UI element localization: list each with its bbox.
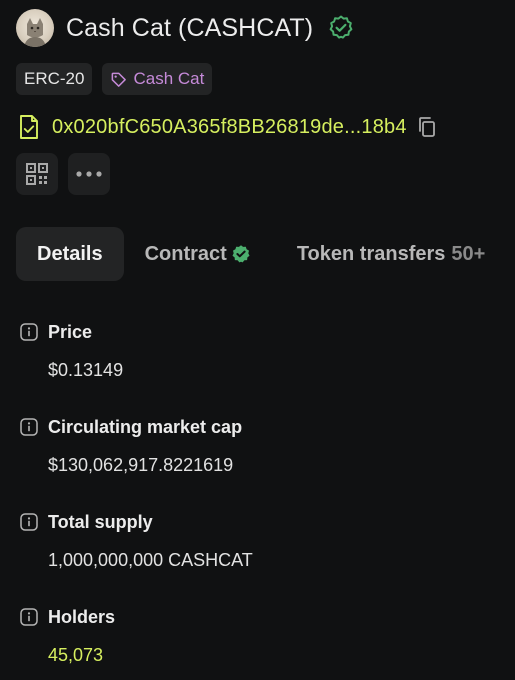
- market-cap-label: Circulating market cap: [48, 416, 243, 437]
- more-options-button[interactable]: [68, 153, 110, 195]
- detail-row-total-supply: Total supply 1,000,000,000 CASHCAT: [20, 510, 253, 571]
- tag-icon: [112, 72, 127, 87]
- verified-badge-icon: [329, 15, 353, 39]
- action-buttons: [16, 153, 110, 195]
- market-cap-value: $130,062,917.8221619: [48, 455, 234, 475]
- info-icon[interactable]: [20, 608, 38, 626]
- price-value: $0.13149: [48, 360, 124, 380]
- qr-code-icon: [26, 163, 48, 185]
- contract-address: 0x020bfC650A365f8BB26819de...18b4: [18, 112, 437, 142]
- token-header: Cash Cat (CASHCAT): [16, 8, 355, 48]
- token-tags: ERC-20 Cash Cat: [16, 63, 213, 95]
- token-tabs: Details Contract Token transfers 50+: [16, 227, 485, 281]
- tab-details[interactable]: Details: [16, 227, 124, 281]
- holders-label: Holders: [48, 606, 116, 627]
- tag-token-name[interactable]: Cash Cat: [102, 63, 213, 95]
- tab-contract[interactable]: Contract: [145, 227, 251, 281]
- tag-standard-label: ERC-20: [24, 69, 85, 88]
- tab-transfers-label: Token transfers: [296, 242, 446, 265]
- holders-link[interactable]: 45,073: [48, 645, 115, 666]
- more-horizontal-icon: [76, 171, 102, 177]
- token-title: Cash Cat (CASHCAT): [66, 13, 314, 42]
- tag-token-name-label: Cash Cat: [133, 69, 205, 88]
- copy-icon[interactable]: [417, 116, 437, 138]
- total-supply-value: 1,000,000,000 CASHCAT: [48, 550, 253, 570]
- info-icon[interactable]: [20, 323, 38, 341]
- detail-row-price: Price $0.13149: [20, 320, 123, 381]
- qr-code-button[interactable]: [16, 153, 58, 195]
- tab-details-label: Details: [37, 242, 103, 265]
- tab-token-transfers[interactable]: Token transfers 50+: [297, 227, 486, 281]
- address-link[interactable]: 0x020bfC650A365f8BB26819de...18b4: [52, 116, 407, 139]
- detail-row-market-cap: Circulating market cap $130,062,917.8221…: [20, 415, 242, 476]
- total-supply-label: Total supply: [48, 511, 153, 532]
- contract-verified-icon: [232, 245, 250, 263]
- contract-document-icon: [20, 115, 38, 139]
- price-label: Price: [48, 321, 93, 342]
- tab-transfers-count: 50+: [451, 242, 486, 265]
- detail-row-holders: Holders 45,073: [20, 605, 115, 666]
- cat-avatar: [16, 9, 54, 47]
- tag-standard: ERC-20: [16, 63, 93, 95]
- token-page: Cash Cat (CASHCAT) ERC-20 Cash Cat 0x020…: [0, 0, 515, 680]
- info-icon[interactable]: [20, 418, 38, 436]
- tab-contract-label: Contract: [144, 242, 227, 265]
- info-icon[interactable]: [20, 513, 38, 531]
